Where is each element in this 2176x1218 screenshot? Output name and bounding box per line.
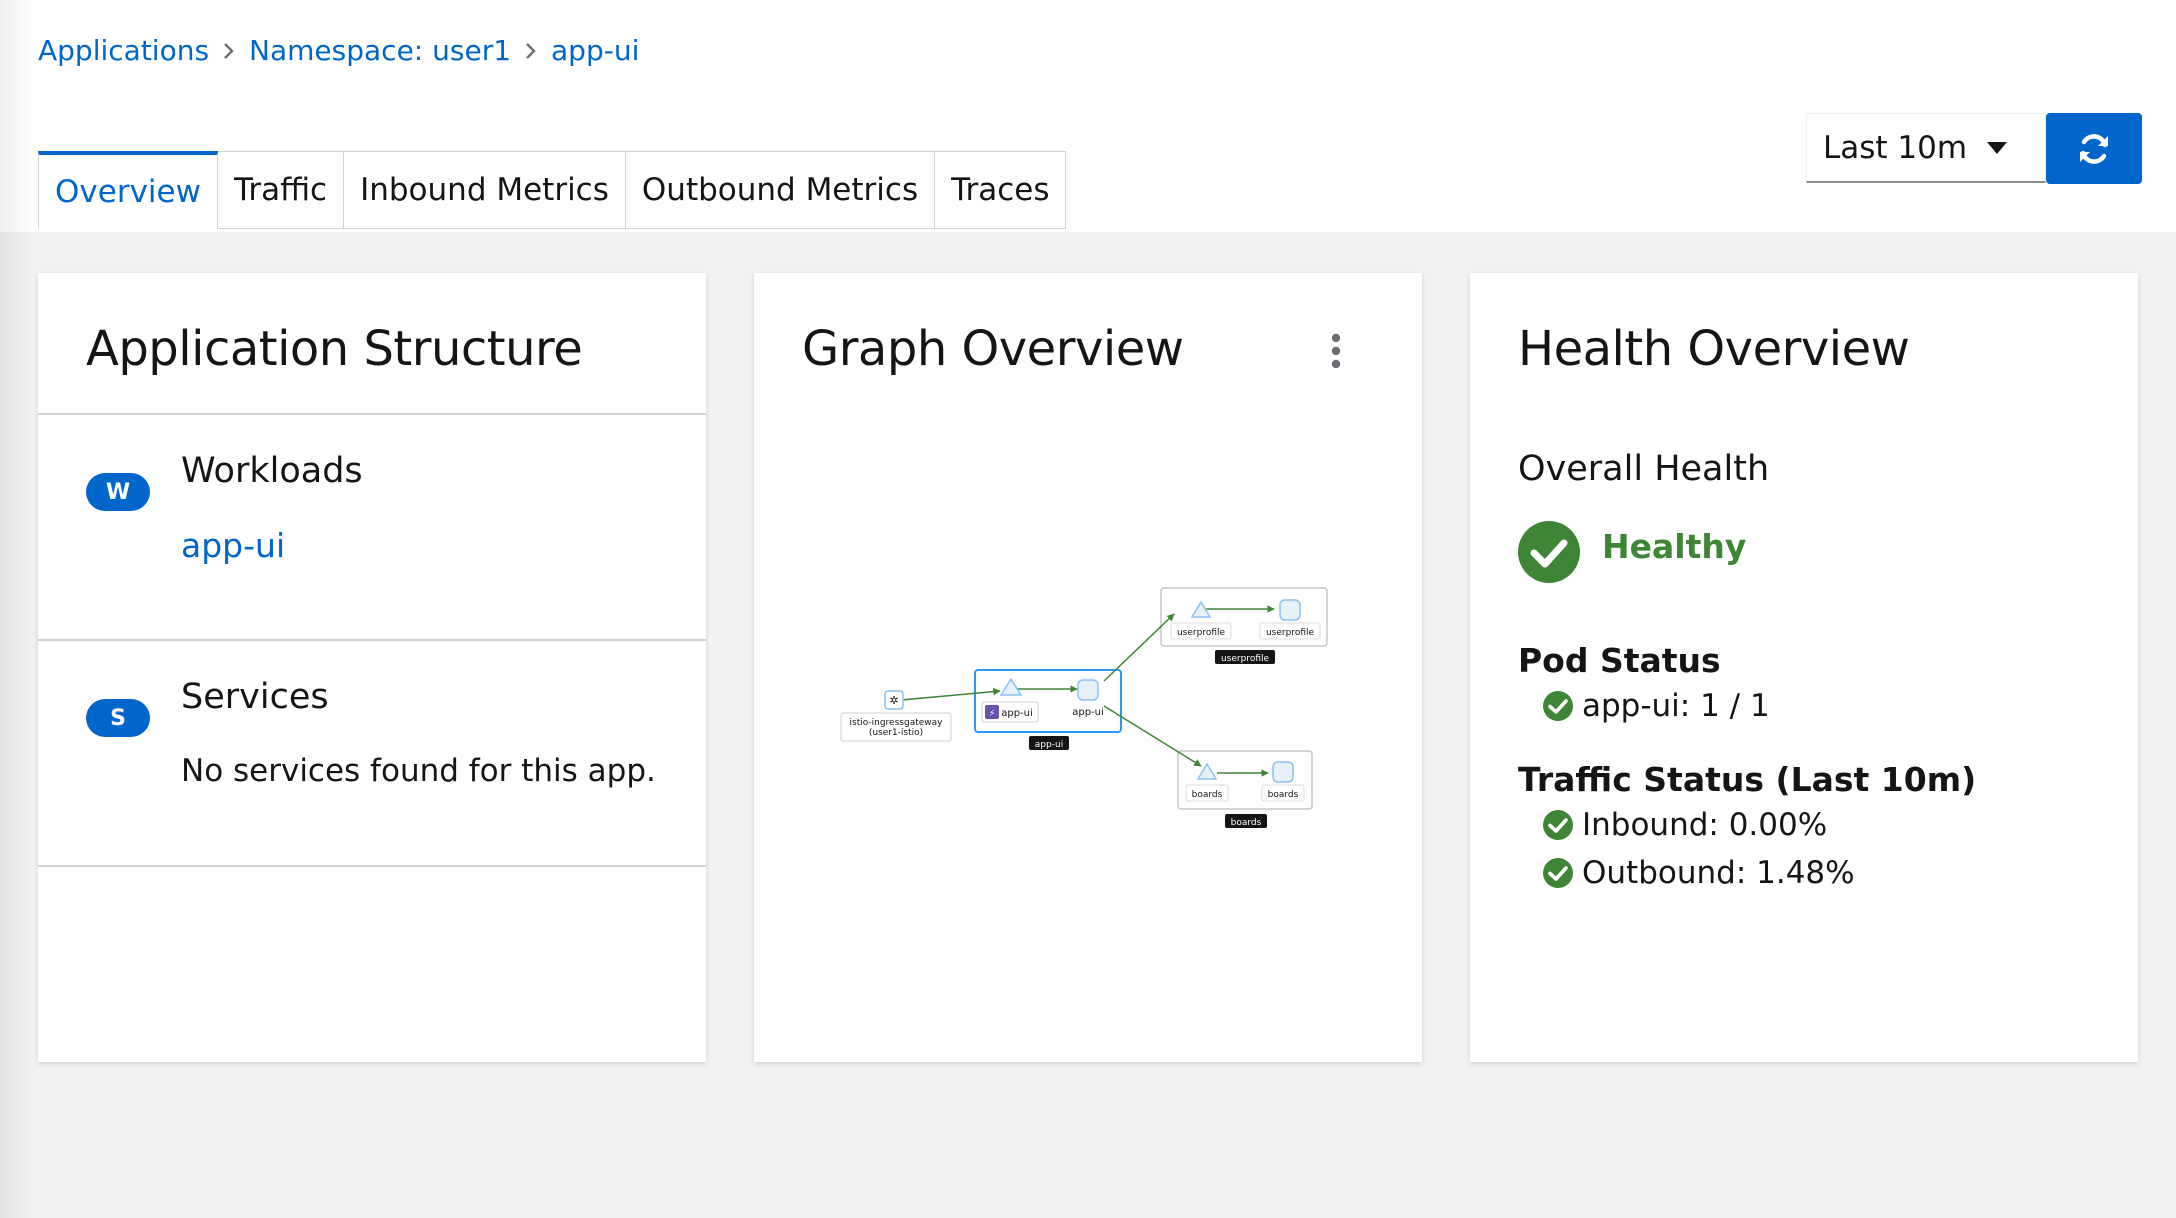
- ingressgateway-node[interactable]: ✲ istio-ingressgateway (user1-istio): [840, 690, 952, 742]
- boards-workload-label: boards: [1192, 790, 1223, 800]
- gateway-label-line1: istio-ingressgateway: [850, 718, 944, 728]
- refresh-button[interactable]: [2046, 113, 2142, 184]
- check-circle-icon: [1543, 810, 1573, 840]
- gateway-label-line2: (user1-istio): [869, 728, 923, 738]
- tab-outbound-metrics[interactable]: Outbound Metrics: [625, 151, 936, 229]
- tab-inbound-metrics[interactable]: Inbound Metrics: [344, 151, 626, 229]
- userprofile-workload-label: userprofile: [1177, 628, 1226, 638]
- tab-overview[interactable]: Overview: [38, 151, 218, 229]
- divider: [38, 413, 706, 415]
- app-ui-box-label: app-ui: [1035, 740, 1063, 750]
- service-badge: S: [86, 699, 150, 737]
- divider: [38, 865, 706, 867]
- application-structure-card: Application Structure W Workloads app-ui…: [38, 273, 706, 1062]
- svg-text:✲: ✲: [889, 694, 898, 707]
- workloads-heading: Workloads: [181, 451, 363, 491]
- overall-health-status: Healthy: [1602, 527, 1747, 566]
- chevron-right-icon: [511, 41, 551, 61]
- services-heading: Services: [181, 677, 329, 717]
- pod-status-row: app-ui: 1 / 1: [1542, 688, 1770, 724]
- chevron-right-icon: [209, 41, 249, 61]
- traffic-outbound-row: Outbound: 1.48%: [1542, 855, 1855, 891]
- breadcrumb-namespace[interactable]: Namespace: user1: [249, 34, 511, 67]
- check-circle-icon: [1518, 521, 1580, 583]
- tab-traces[interactable]: Traces: [935, 151, 1067, 229]
- health-overview-card: Health Overview Overall Health Healthy P…: [1470, 273, 2138, 1062]
- app-ui-app-box[interactable]: [974, 669, 1122, 733]
- traffic-outbound-text: Outbound: 1.48%: [1582, 855, 1855, 891]
- boards-box-label: boards: [1231, 818, 1262, 828]
- breadcrumb-app[interactable]: app-ui: [551, 34, 639, 67]
- pod-status-label: Pod Status: [1518, 641, 1721, 680]
- pod-status-text: app-ui: 1 / 1: [1582, 688, 1770, 724]
- divider: [38, 639, 706, 641]
- boards-service-label: boards: [1268, 790, 1299, 800]
- traffic-inbound-row: Inbound: 0.00%: [1542, 807, 1827, 843]
- workload-badge: W: [86, 473, 150, 511]
- tab-bar: Overview Traffic Inbound Metrics Outboun…: [38, 151, 1067, 231]
- check-circle-icon: [1543, 691, 1573, 721]
- card-title: Health Overview: [1518, 321, 1910, 377]
- caret-down-icon: [1987, 142, 2007, 154]
- services-empty-message: No services found for this app.: [181, 753, 656, 789]
- app-ui-workload-label: app-ui: [1001, 708, 1033, 719]
- tab-traffic[interactable]: Traffic: [217, 151, 345, 229]
- check-circle-icon: [1543, 858, 1573, 888]
- traffic-status-label: Traffic Status (Last 10m): [1518, 760, 1977, 799]
- card-title: Application Structure: [86, 321, 583, 377]
- userprofile-box-label: userprofile: [1221, 654, 1270, 664]
- traffic-inbound-text: Inbound: 0.00%: [1582, 807, 1828, 843]
- app-ui-service-label: app-ui: [1072, 707, 1104, 718]
- sync-icon: [2080, 133, 2108, 164]
- workload-link-app-ui[interactable]: app-ui: [181, 526, 285, 565]
- userprofile-service-label: userprofile: [1266, 628, 1315, 638]
- svg-text:⚡: ⚡: [989, 709, 995, 719]
- mini-service-graph[interactable]: ✲ istio-ingressgateway (user1-istio) ⚡ a…: [754, 273, 1422, 1062]
- breadcrumb-applications[interactable]: Applications: [38, 34, 209, 67]
- overall-health-label: Overall Health: [1518, 449, 1770, 489]
- time-range-value: Last 10m: [1823, 129, 1968, 166]
- time-range-select[interactable]: Last 10m: [1806, 113, 2046, 183]
- breadcrumb: Applications Namespace: user1 app-ui: [38, 34, 639, 67]
- graph-overview-card: Graph Overview ✲ istio-ingressgateway (u…: [754, 273, 1422, 1062]
